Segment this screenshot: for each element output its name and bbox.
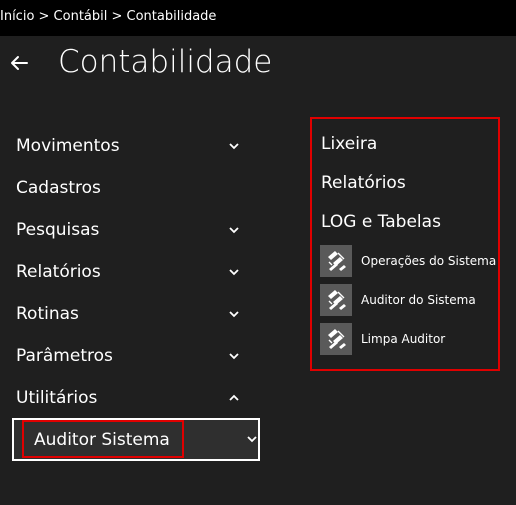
menu-item-pesquisas[interactable]: Pesquisas — [0, 212, 260, 248]
menu-item-label: Pesquisas — [16, 220, 100, 240]
menu-item-label: Relatórios — [16, 262, 101, 282]
link-label: Limpa Auditor — [361, 332, 446, 346]
back-arrow-icon[interactable] — [8, 52, 30, 74]
menu-item-label: Parâmetros — [16, 346, 113, 366]
menu-item-utilitarios[interactable]: Utilitários — [0, 380, 260, 416]
breadcrumb[interactable]: Início > Contábil > Contabilidade — [0, 9, 216, 24]
auditor-sistema-dropdown[interactable]: Auditor Sistema — [12, 418, 260, 461]
menu-item-relatorios[interactable]: Relatórios — [0, 254, 260, 290]
chevron-down-icon — [247, 436, 257, 443]
menu-item-label: Cadastros — [16, 178, 101, 198]
panel-heading-lixeira[interactable]: Lixeira — [321, 134, 377, 154]
menu-item-rotinas[interactable]: Rotinas — [0, 296, 260, 332]
chevron-up-icon — [229, 394, 239, 401]
submenu-panel: Lixeira Relatórios LOG e Tabelas Operaçõ… — [310, 117, 500, 371]
menu-item-parametros[interactable]: Parâmetros — [0, 338, 260, 374]
chevron-down-icon — [229, 143, 239, 150]
breadcrumb-bar: Início > Contábil > Contabilidade — [0, 0, 516, 36]
chevron-down-icon — [229, 353, 239, 360]
panel-heading-log-tabelas[interactable]: LOG e Tabelas — [321, 212, 441, 232]
link-label: Auditor do Sistema — [361, 293, 476, 307]
dropdown-label: Auditor Sistema — [34, 430, 170, 450]
chevron-down-icon — [229, 227, 239, 234]
menu-item-label: Rotinas — [16, 304, 79, 324]
shortcut-icon — [320, 245, 352, 277]
menu-item-movimentos[interactable]: Movimentos — [0, 128, 260, 164]
link-auditor-do-sistema[interactable]: Auditor do Sistema — [320, 284, 498, 318]
chevron-down-icon — [229, 269, 239, 276]
link-operacoes-do-sistema[interactable]: Operações do Sistema — [320, 245, 498, 279]
link-limpa-auditor[interactable]: Limpa Auditor — [320, 323, 498, 357]
chevron-down-icon — [229, 311, 239, 318]
menu-item-cadastros[interactable]: Cadastros — [0, 170, 260, 206]
menu-item-label: Movimentos — [16, 136, 120, 156]
menu-item-label: Utilitários — [16, 388, 98, 408]
link-label: Operações do Sistema — [361, 254, 497, 268]
page-title: Contabilidade — [58, 44, 273, 80]
shortcut-icon — [320, 323, 352, 355]
shortcut-icon — [320, 284, 352, 316]
panel-heading-relatorios[interactable]: Relatórios — [321, 173, 406, 193]
